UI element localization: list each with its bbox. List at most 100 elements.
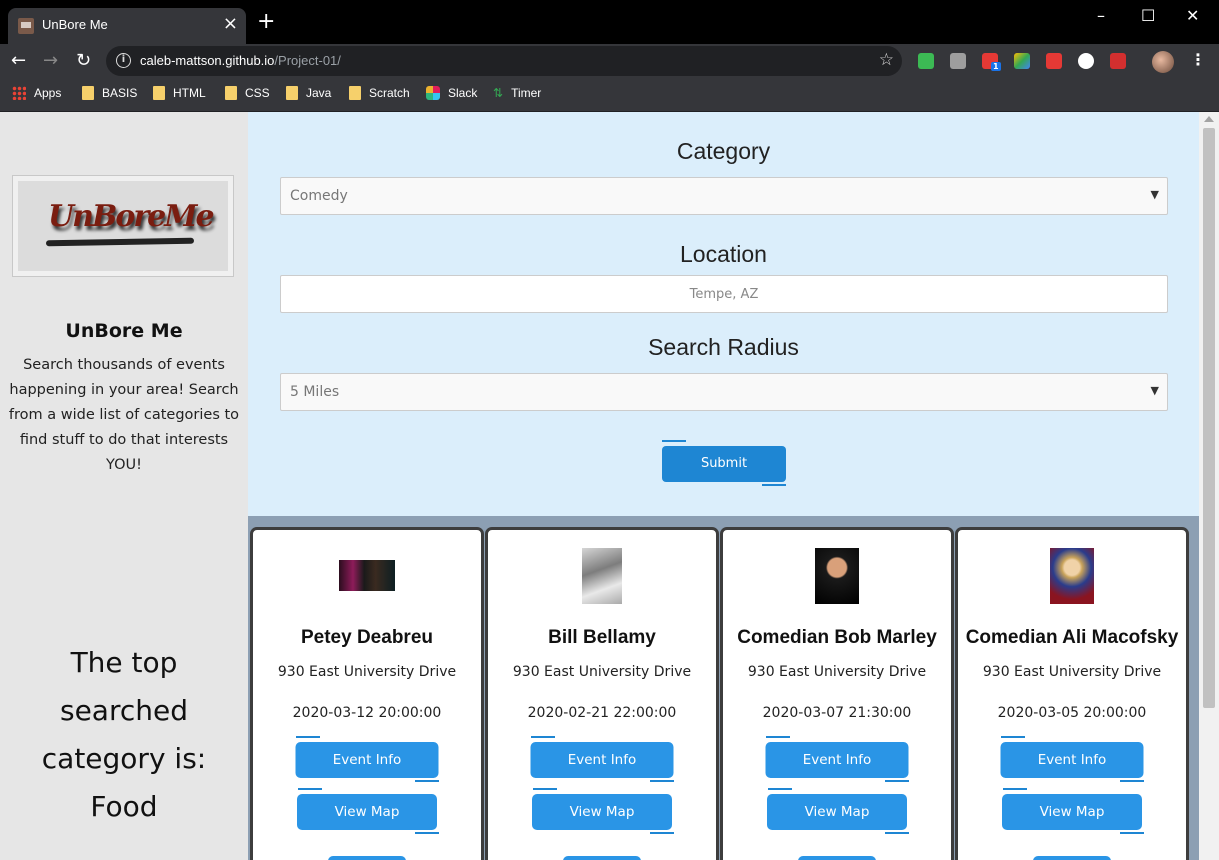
event-title: Petey Deabreu: [300, 627, 433, 648]
button-accent: [762, 484, 786, 486]
bookmarks-bar: Apps BASIS HTML CSS Java Scratch Slack ⇅…: [0, 79, 1219, 111]
url-text: caleb-mattson.github.io/Project-01/: [140, 53, 341, 68]
view-map-button[interactable]: View Map: [767, 794, 907, 830]
top-category: The top searched category is: Food: [0, 639, 248, 831]
new-tab-icon[interactable]: +: [257, 11, 275, 33]
category-label: Category: [676, 138, 771, 164]
sidebar-description: Search thousands of events happening in …: [8, 357, 240, 473]
folder-icon: [153, 86, 165, 100]
extension-pocket-icon[interactable]: [1046, 53, 1062, 69]
more-button[interactable]: [563, 856, 641, 860]
forward-icon[interactable]: →: [43, 50, 58, 71]
event-card: Petey Deabreu 930 East University Drive …: [250, 527, 484, 860]
apps-grid-icon: [12, 86, 26, 100]
event-info-button[interactable]: Event Info: [530, 742, 674, 778]
view-map-button[interactable]: View Map: [297, 794, 437, 830]
event-image: [815, 548, 859, 604]
bookmark-timer[interactable]: ⇅ Timer: [493, 86, 541, 100]
dropdown-arrow-icon: ▼: [1150, 188, 1159, 201]
event-title: Comedian Bob Marley: [737, 627, 937, 648]
extension-circle-icon[interactable]: [1078, 53, 1094, 69]
view-map-button[interactable]: View Map: [1002, 794, 1142, 830]
folder-icon: [286, 86, 298, 100]
page-scrollbar[interactable]: [1199, 112, 1219, 860]
sidebar: UnBoreMe UnBore Me Search thousands of e…: [0, 112, 248, 860]
minimize-icon[interactable]: –: [1097, 6, 1105, 25]
bookmark-apps[interactable]: Apps: [12, 86, 61, 100]
browser-tab[interactable]: UnBore Me ×: [8, 8, 246, 44]
extension-lastpass-icon[interactable]: [1110, 53, 1126, 69]
scroll-up-arrow-icon[interactable]: [1204, 116, 1214, 122]
search-form: Category Comedy ▼ Location Tempe, AZ Sea…: [248, 112, 1199, 516]
event-image: [582, 548, 622, 604]
address-bar[interactable]: i caleb-mattson.github.io/Project-01/ ☆: [106, 46, 902, 76]
event-title: Comedian Ali Macofsky: [965, 627, 1179, 648]
extension-badge: 1: [991, 62, 1001, 71]
event-date: 2020-03-12 20:00:00: [292, 705, 442, 721]
sidebar-title: UnBore Me: [65, 320, 183, 342]
event-address: 930 East University Drive: [747, 664, 927, 680]
bookmark-basis[interactable]: BASIS: [82, 86, 137, 100]
event-address: 930 East University Drive: [277, 664, 457, 680]
more-button[interactable]: [1033, 856, 1111, 860]
radius-label: Search Radius: [648, 334, 799, 360]
top-category-value: Food: [90, 790, 158, 823]
logo: UnBoreMe: [12, 175, 234, 277]
results-panel: Petey Deabreu 930 East University Drive …: [248, 516, 1199, 860]
browser-menu-icon[interactable]: ⋮: [1190, 50, 1206, 69]
browser-toolbar: ← → ↻ i caleb-mattson.github.io/Project-…: [0, 44, 1219, 79]
reload-icon[interactable]: ↻: [76, 50, 91, 71]
dropdown-arrow-icon: ▼: [1150, 384, 1159, 397]
tab-title: UnBore Me: [42, 17, 108, 32]
extension-gray-icon[interactable]: [950, 53, 966, 69]
event-image: [1050, 548, 1094, 604]
more-button[interactable]: [798, 856, 876, 860]
maximize-icon[interactable]: ☐: [1141, 6, 1155, 25]
button-accent: [662, 440, 686, 442]
site-info-icon[interactable]: i: [116, 53, 131, 68]
site-favicon-icon: [18, 18, 34, 34]
logo-swoosh: [45, 237, 195, 247]
back-icon[interactable]: ←: [11, 50, 26, 71]
page: UnBoreMe UnBore Me Search thousands of e…: [0, 112, 1219, 860]
folder-icon: [349, 86, 361, 100]
view-map-button[interactable]: View Map: [532, 794, 672, 830]
location-input[interactable]: Tempe, AZ: [280, 275, 1168, 313]
bookmark-css[interactable]: CSS: [225, 86, 270, 100]
timer-icon: ⇅: [493, 86, 504, 100]
more-button[interactable]: [328, 856, 406, 860]
event-date: 2020-03-07 21:30:00: [762, 705, 912, 721]
event-address: 930 East University Drive: [512, 664, 692, 680]
event-image: [339, 560, 395, 591]
category-select[interactable]: Comedy ▼: [280, 177, 1168, 215]
event-card: Bill Bellamy 930 East University Drive 2…: [485, 527, 719, 860]
folder-icon: [225, 86, 237, 100]
event-info-button[interactable]: Event Info: [1000, 742, 1144, 778]
event-date: 2020-03-05 20:00:00: [997, 705, 1147, 721]
event-address: 930 East University Drive: [982, 664, 1162, 680]
slack-icon: [426, 86, 440, 100]
location-label: Location: [680, 241, 767, 267]
event-info-button[interactable]: Event Info: [295, 742, 439, 778]
extension-doc-icon[interactable]: [1014, 53, 1030, 69]
event-card: Comedian Ali Macofsky 930 East Universit…: [955, 527, 1189, 860]
bookmark-java[interactable]: Java: [286, 86, 331, 100]
folder-icon: [82, 86, 94, 100]
radius-select[interactable]: 5 Miles ▼: [280, 373, 1168, 411]
extension-green-icon[interactable]: [918, 53, 934, 69]
logo-text: UnBoreMe: [48, 199, 215, 234]
event-date: 2020-02-21 22:00:00: [527, 705, 677, 721]
event-info-button[interactable]: Event Info: [765, 742, 909, 778]
bookmark-slack[interactable]: Slack: [426, 86, 477, 100]
close-window-icon[interactable]: ✕: [1186, 6, 1199, 25]
profile-avatar[interactable]: [1152, 51, 1174, 73]
bookmark-star-icon[interactable]: ☆: [879, 50, 894, 70]
submit-button[interactable]: Submit: [662, 446, 786, 482]
event-title: Bill Bellamy: [548, 627, 656, 648]
bookmark-scratch[interactable]: Scratch: [349, 86, 410, 100]
scroll-thumb[interactable]: [1203, 128, 1215, 708]
tab-strip: UnBore Me × + – ☐ ✕: [0, 0, 1219, 44]
event-card: Comedian Bob Marley 930 East University …: [720, 527, 954, 860]
bookmark-html[interactable]: HTML: [153, 86, 206, 100]
tab-close-icon[interactable]: ×: [223, 13, 238, 34]
